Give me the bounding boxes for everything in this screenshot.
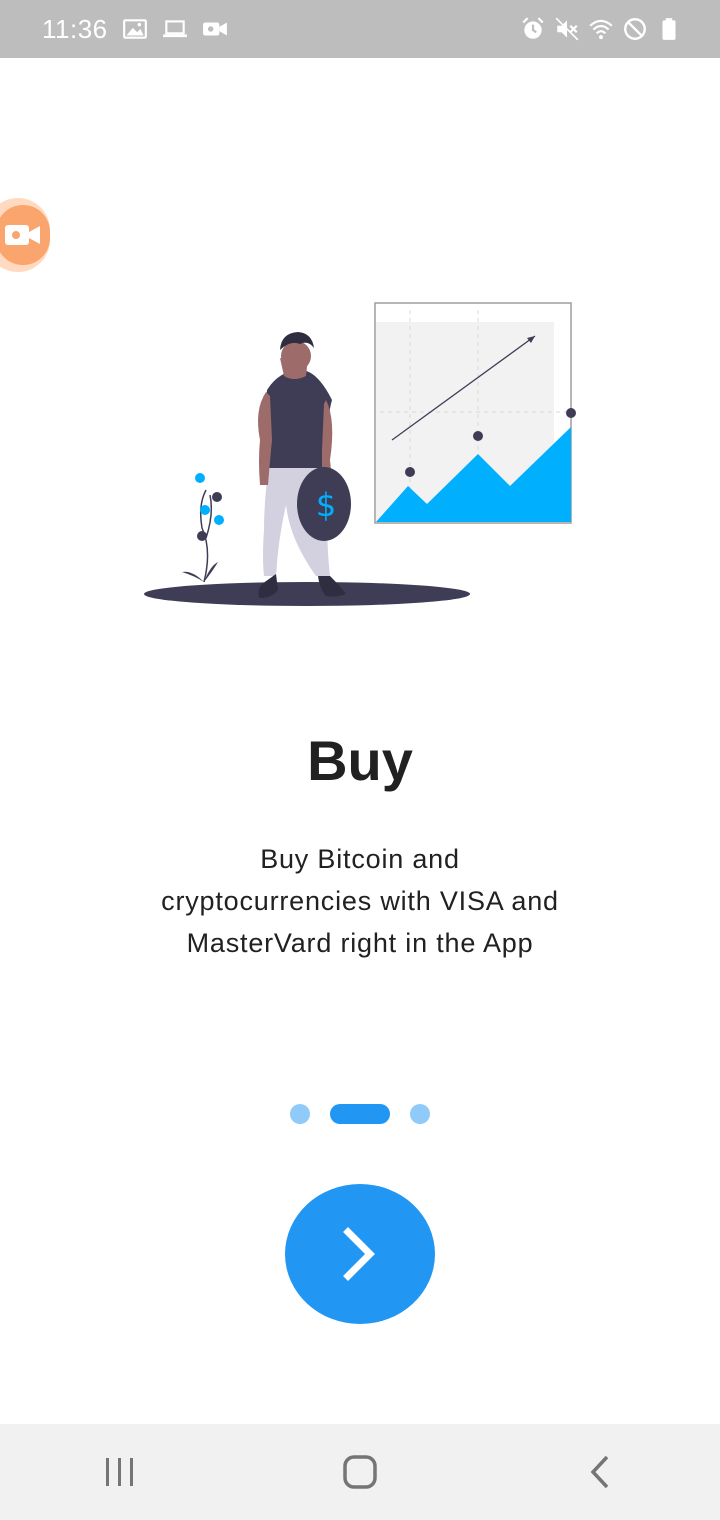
status-left: 11:36	[42, 14, 228, 45]
page-description: Buy Bitcoin and cryptocurrencies with VI…	[161, 844, 559, 958]
laptop-icon	[162, 16, 188, 42]
growth-chart-graphic	[374, 302, 576, 524]
plant-graphic	[182, 473, 224, 583]
chevron-right-icon	[343, 1227, 375, 1281]
recent-apps-icon	[106, 1458, 133, 1486]
status-time: 11:36	[42, 13, 108, 44]
page-dot-2-active[interactable]	[330, 1104, 390, 1124]
page-dot-3[interactable]	[410, 1104, 430, 1124]
wifi-icon	[588, 16, 614, 42]
mute-icon	[554, 16, 580, 42]
gallery-icon	[122, 16, 148, 42]
person-graphic	[258, 332, 346, 598]
recorder-button[interactable]	[0, 205, 50, 265]
recent-apps-button[interactable]	[80, 1432, 160, 1512]
page-indicator	[0, 1103, 720, 1125]
back-button[interactable]	[560, 1432, 640, 1512]
battery-icon	[656, 16, 682, 42]
video-camera-icon	[202, 16, 228, 42]
next-button[interactable]	[285, 1184, 435, 1324]
do-not-disturb-icon	[622, 16, 648, 42]
svg-text:$: $	[316, 486, 336, 524]
system-nav-bar	[0, 1424, 720, 1520]
screen-recorder-bubble[interactable]	[0, 198, 50, 272]
back-icon	[590, 1455, 609, 1489]
status-right	[520, 16, 682, 42]
video-camera-icon	[5, 225, 40, 245]
ground-shadow	[144, 582, 470, 606]
page-title: Buy	[307, 729, 413, 792]
status-bar: 11:36	[0, 0, 720, 58]
alarm-icon	[520, 16, 546, 42]
onboarding-illustration: $	[144, 302, 576, 606]
home-button[interactable]	[320, 1432, 400, 1512]
page-dot-1[interactable]	[290, 1104, 310, 1124]
home-icon	[343, 1455, 377, 1489]
dollar-coin-graphic: $	[297, 467, 351, 541]
